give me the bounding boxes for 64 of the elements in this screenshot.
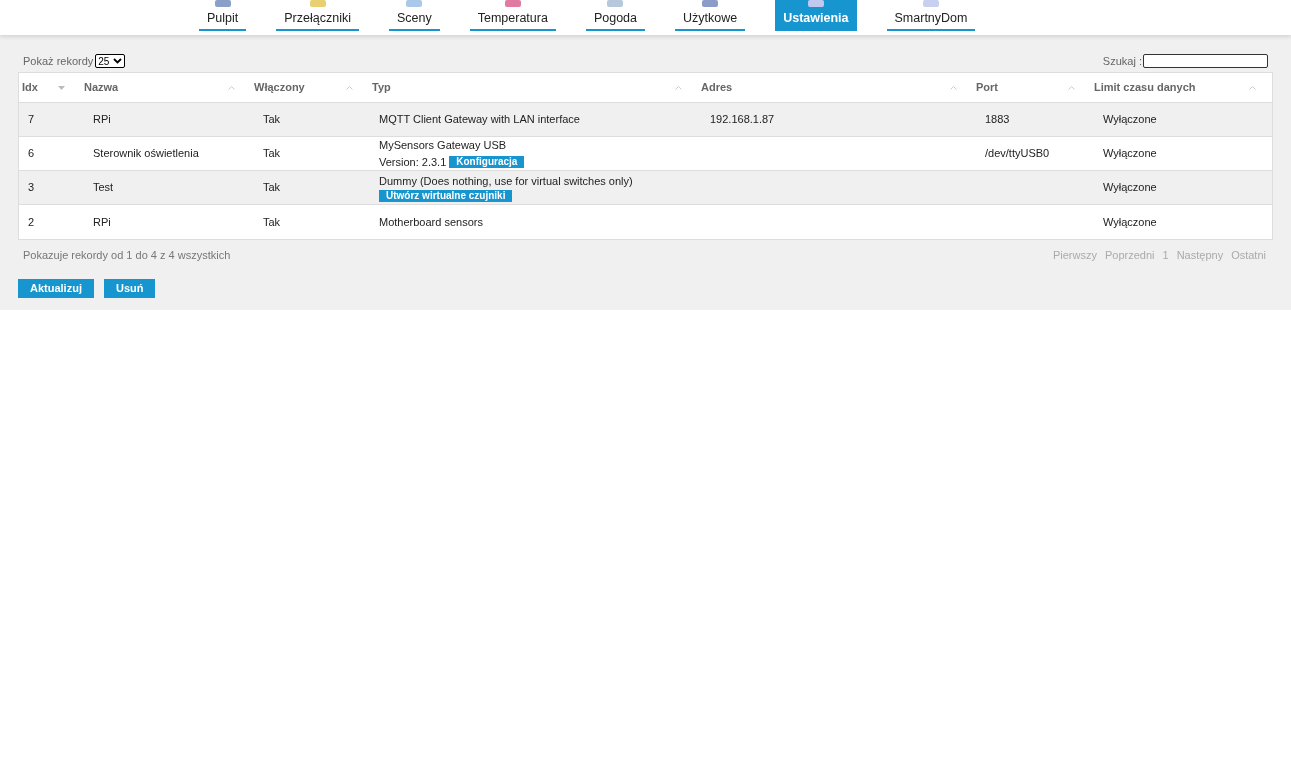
search-label: Szukaj : (1102, 53, 1142, 69)
table-cell-text: MySensors Gateway USB (379, 138, 508, 153)
nav-tab[interactable]: Sceny (388, 0, 440, 31)
table-cell: Sterownik oświetlenia (93, 147, 199, 160)
sort-ascending-icon[interactable] (228, 85, 235, 90)
version-text: Version: 2.3.1 (379, 154, 447, 170)
column-header[interactable]: Nazwa (84, 79, 119, 96)
sort-ascending-icon[interactable] (346, 85, 353, 90)
table-cell: 1883 (985, 113, 1010, 126)
sort-ascending-icon[interactable] (675, 85, 682, 90)
table-cell: Wyłączone (1103, 181, 1157, 194)
table-cell: 3 (28, 181, 35, 194)
table-cell: 192.168.1.87 (710, 113, 775, 126)
nav-icon (405, 0, 424, 8)
sort-ascending-icon[interactable] (1249, 85, 1256, 90)
nav-icon (213, 0, 232, 8)
table-cell-text: MQTT Client Gateway with LAN interface (379, 112, 581, 128)
table-cell-text: Dummy (Does nothing, use for virtual switches only) (379, 174, 634, 190)
table-cell: 2 (28, 215, 35, 228)
table-cell: 7 (28, 113, 35, 126)
action-button[interactable]: Utwórz wirtualne czujniki (379, 189, 513, 202)
search-field[interactable] (1143, 54, 1268, 68)
action-button[interactable]: Aktualizuj (18, 278, 94, 298)
length-label: Pokaż rekordy (23, 53, 94, 69)
sort-ascending-icon[interactable] (950, 85, 957, 90)
column-header[interactable]: Włączony (254, 79, 305, 96)
nav-icon (308, 0, 327, 8)
nav-tab[interactable]: Użytkowe (675, 0, 746, 31)
action-button[interactable]: Konfiguracja (449, 155, 525, 168)
table-cell: Wyłączone (1103, 147, 1157, 160)
table-cell-text: Motherboard sensors (379, 214, 484, 230)
length-select[interactable]: 25 (95, 54, 126, 68)
nav-icon (806, 0, 825, 8)
nav-tab[interactable]: Pulpit (199, 0, 247, 31)
table-cell: Tak (263, 181, 281, 194)
table-cell: Test (93, 181, 114, 194)
nav-icon (503, 0, 522, 8)
column-header[interactable]: Idx (22, 79, 38, 96)
column-header[interactable]: Typ (372, 79, 391, 96)
table-cell: Wyłączone (1103, 215, 1157, 228)
nav-icon (701, 0, 720, 8)
nav-icon (922, 0, 940, 8)
column-header[interactable]: Adres (701, 79, 733, 96)
column-header[interactable]: Port (976, 79, 998, 96)
nav-icon (606, 0, 625, 8)
nav-tab[interactable]: Temperatura (469, 0, 556, 31)
sort-descending-icon[interactable] (58, 85, 65, 90)
sort-ascending-icon[interactable] (1068, 85, 1075, 90)
nav-tab[interactable]: SmartnyDom (886, 0, 976, 31)
caret-icon (113, 58, 123, 64)
table-cell: Wyłączone (1103, 113, 1157, 126)
nav-tab[interactable]: Ustawienia (775, 0, 857, 31)
table-cell: RPi (93, 215, 111, 228)
table-cell: 6 (28, 147, 35, 160)
nav-tab[interactable]: Przełączniki (276, 0, 359, 31)
table-cell: Tak (263, 147, 281, 160)
action-button[interactable]: Usuń (103, 278, 156, 298)
column-header[interactable]: Limit czasu danych (1094, 79, 1196, 96)
records-info: Pokazuje rekordy od 1 do 4 z 4 wszystkich (23, 248, 231, 263)
table-cell: Tak (263, 215, 281, 228)
table-cell: Tak (263, 113, 281, 126)
table-cell: /dev/ttyUSB0 (985, 147, 1050, 160)
nav-tab[interactable]: Pogoda (585, 0, 645, 31)
table-cell: RPi (93, 113, 111, 126)
